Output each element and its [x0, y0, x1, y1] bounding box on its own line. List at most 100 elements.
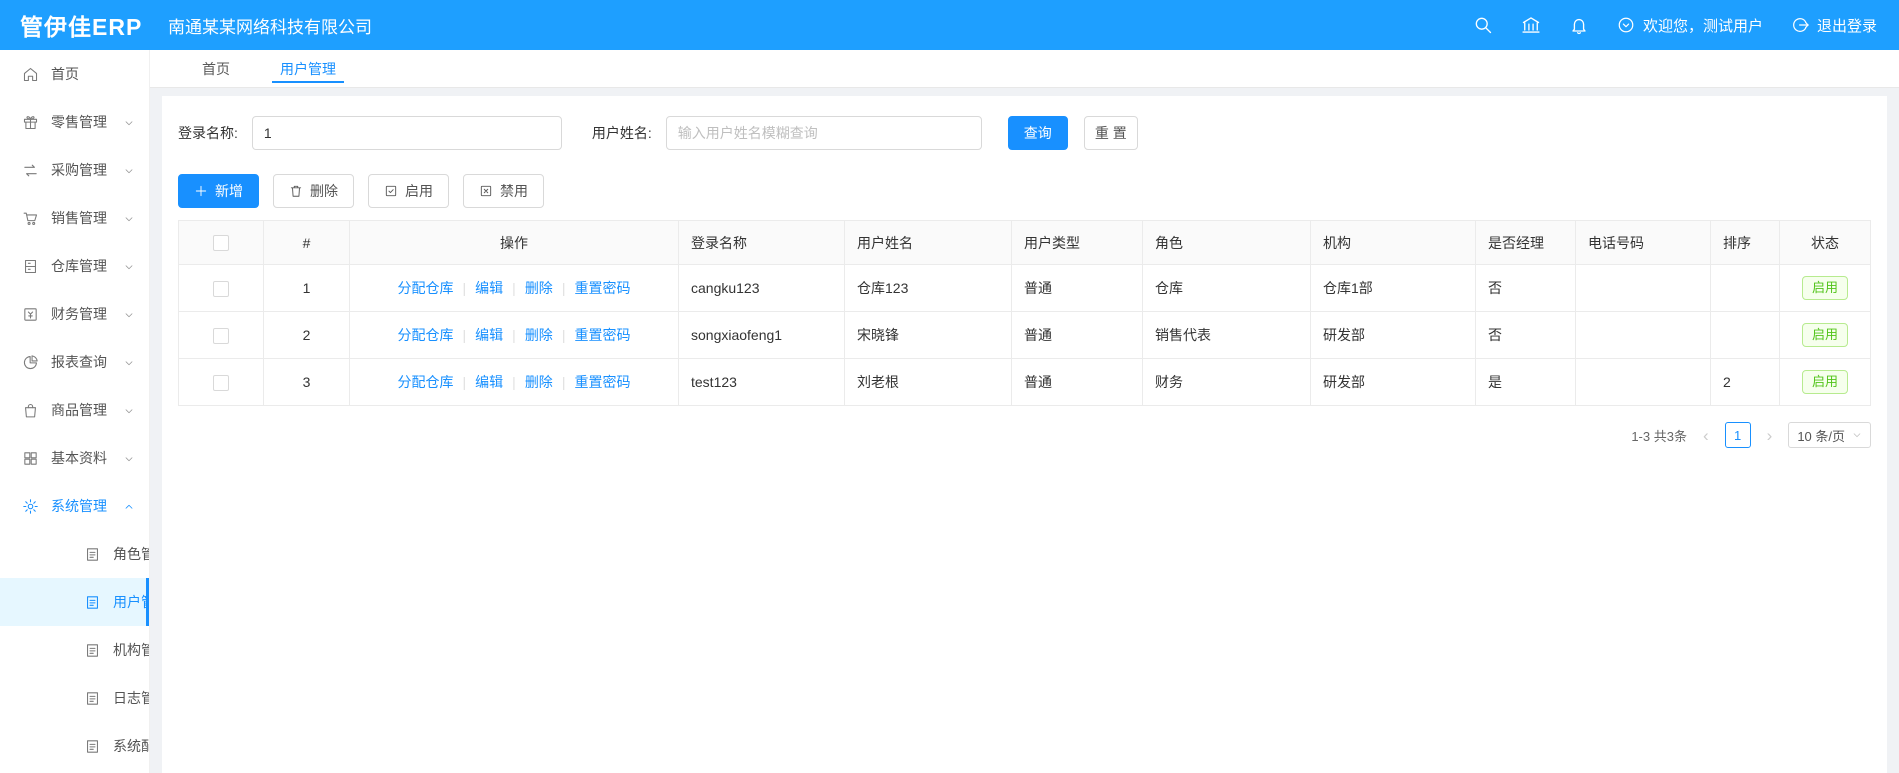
action-link-删除[interactable]: 删除 — [525, 374, 553, 390]
row-checkbox[interactable] — [213, 327, 229, 344]
row-checkbox[interactable] — [213, 374, 229, 391]
chevron-down-icon — [123, 356, 135, 368]
action-link-分配仓库[interactable]: 分配仓库 — [398, 327, 454, 343]
column-header-登录名称: 登录名称 — [678, 220, 845, 265]
status-badge: 启用 — [1801, 323, 1848, 347]
action-separator: | — [462, 327, 467, 343]
row-checkbox[interactable] — [213, 280, 229, 297]
sidebar-item-用户管理[interactable]: 用户管理 — [0, 578, 149, 626]
page-size-select[interactable]: 10 条/页 — [1788, 422, 1871, 448]
chevron-down-icon — [123, 404, 135, 416]
cell-login-name: songxiaofeng1 — [678, 311, 845, 359]
chevron-down-icon — [1853, 433, 1861, 438]
sidebar-item-销售管理[interactable]: 销售管理 — [0, 194, 149, 242]
delete-button[interactable]: 删除 — [273, 174, 354, 208]
user-menu[interactable]: 欢迎您，测试用户 — [1617, 15, 1763, 36]
logout-button[interactable]: 退出登录 — [1791, 15, 1877, 36]
action-link-分配仓库[interactable]: 分配仓库 — [398, 280, 454, 296]
page-tabs: 首页 用户管理 — [150, 50, 1899, 88]
doc-icon — [84, 642, 101, 659]
column-header-状态: 状态 — [1779, 220, 1871, 265]
sidebar-item-label: 用户管理 — [113, 594, 149, 610]
status-badge: 启用 — [1801, 370, 1848, 394]
action-link-重置密码[interactable]: 重置密码 — [574, 374, 630, 390]
users-table: # 操作 登录名称 用户姓名 用户类型 角色 机构 是否经理 电话号码 排序 状态 1 分配仓库 | 编… — [178, 220, 1871, 406]
select-all-checkbox[interactable] — [213, 235, 229, 252]
sidebar-item-报表查询[interactable]: 报表查询 — [0, 338, 149, 386]
action-link-编辑[interactable]: 编辑 — [475, 327, 503, 343]
next-page-button[interactable]: › — [1765, 427, 1775, 444]
prev-page-button[interactable]: ‹ — [1701, 427, 1711, 444]
sidebar-item-基本资料[interactable]: 基本资料 — [0, 434, 149, 482]
enable-button[interactable]: 启用 — [368, 174, 449, 208]
column-header-角色: 角色 — [1142, 220, 1311, 265]
action-separator: | — [561, 280, 566, 296]
action-link-重置密码[interactable]: 重置密码 — [574, 327, 630, 343]
main-area: 首页 用户管理 登录名称: 用户姓名: 查询 重 置 新增 — [150, 50, 1899, 773]
sidebar-item-日志管理[interactable]: 日志管理 — [0, 674, 149, 722]
chevron-down-icon — [123, 116, 135, 128]
cell-actions: 分配仓库 | 编辑 | 删除 | 重置密码 — [349, 358, 679, 406]
warehouse-icon — [22, 258, 39, 275]
action-link-分配仓库[interactable]: 分配仓库 — [398, 374, 454, 390]
trash-icon — [290, 185, 302, 197]
reset-button[interactable]: 重 置 — [1083, 116, 1138, 150]
action-separator: | — [512, 374, 516, 390]
add-button[interactable]: 新增 — [178, 174, 259, 208]
action-link-编辑[interactable]: 编辑 — [475, 374, 503, 390]
sidebar-item-系统配置[interactable]: 系统配置 — [0, 722, 149, 770]
check-square-icon — [385, 185, 397, 197]
x-square-icon — [480, 185, 492, 197]
table-row: 1 分配仓库 | 编辑 | 删除 | 重置密码 cangku123 仓库123 普通 仓库 … — [178, 264, 1871, 312]
cell-manager: 否 — [1475, 264, 1576, 312]
tab-用户管理[interactable]: 用户管理 — [272, 50, 344, 87]
action-link-删除[interactable]: 删除 — [525, 327, 553, 343]
column-header-排序: 排序 — [1710, 220, 1780, 265]
tab-首页[interactable]: 首页 — [200, 50, 232, 87]
gift-icon — [22, 114, 39, 131]
sidebar-item-财务管理[interactable]: 财务管理 — [0, 290, 149, 338]
query-button[interactable]: 查询 — [1007, 116, 1068, 150]
disable-button-label: 禁用 — [500, 183, 528, 199]
action-link-删除[interactable]: 删除 — [525, 280, 553, 296]
search-icon[interactable] — [1473, 15, 1493, 35]
cell-phone — [1575, 358, 1711, 406]
logout-label: 退出登录 — [1816, 17, 1877, 35]
sidebar-item-角色管理[interactable]: 角色管理 — [0, 530, 149, 578]
current-page-button[interactable]: 1 — [1724, 422, 1751, 448]
sidebar-item-机构管理[interactable]: 机构管理 — [0, 626, 149, 674]
cell-user-name: 刘老根 — [844, 358, 1012, 406]
finance-icon — [22, 306, 39, 323]
disable-button[interactable]: 禁用 — [463, 174, 544, 208]
content-panel: 登录名称: 用户姓名: 查询 重 置 新增 删除 — [162, 96, 1887, 773]
sidebar-item-首页[interactable]: 首页 — [0, 50, 149, 98]
chevron-down-icon — [123, 164, 135, 176]
column-header-机构: 机构 — [1310, 220, 1476, 265]
doc-icon — [84, 594, 101, 611]
chevron-down-icon — [123, 212, 135, 224]
action-link-重置密码[interactable]: 重置密码 — [574, 280, 630, 296]
delete-button-label: 删除 — [310, 183, 338, 199]
cell-actions: 分配仓库 | 编辑 | 删除 | 重置密码 — [349, 264, 679, 312]
doc-icon — [84, 738, 101, 755]
cell-role: 销售代表 — [1142, 311, 1311, 359]
sidebar-item-系统管理[interactable]: 系统管理 — [0, 482, 149, 530]
app-body: 首页 零售管理 采购管理 销售管理 仓库管理 财务管理 报表查询 商品管理 基本 — [0, 50, 1899, 773]
action-separator: | — [512, 327, 516, 343]
user-name-input[interactable] — [665, 116, 982, 150]
bell-icon[interactable] — [1569, 15, 1589, 35]
pie-icon — [22, 354, 39, 371]
table-toolbar: 新增 删除 启用 禁用 — [178, 174, 1871, 208]
cell-user-name: 仓库123 — [844, 264, 1012, 312]
bank-icon[interactable] — [1521, 15, 1541, 35]
header-actions: 欢迎您，测试用户 退出登录 — [1473, 15, 1899, 36]
action-link-编辑[interactable]: 编辑 — [475, 280, 503, 296]
sidebar-item-商品管理[interactable]: 商品管理 — [0, 386, 149, 434]
sidebar-item-零售管理[interactable]: 零售管理 — [0, 98, 149, 146]
cell-actions: 分配仓库 | 编辑 | 删除 | 重置密码 — [349, 311, 679, 359]
login-name-input[interactable] — [251, 116, 562, 150]
sidebar-item-仓库管理[interactable]: 仓库管理 — [0, 242, 149, 290]
sidebar-item-采购管理[interactable]: 采购管理 — [0, 146, 149, 194]
doc-icon — [84, 690, 101, 707]
cell-org: 仓库1部 — [1310, 264, 1476, 312]
